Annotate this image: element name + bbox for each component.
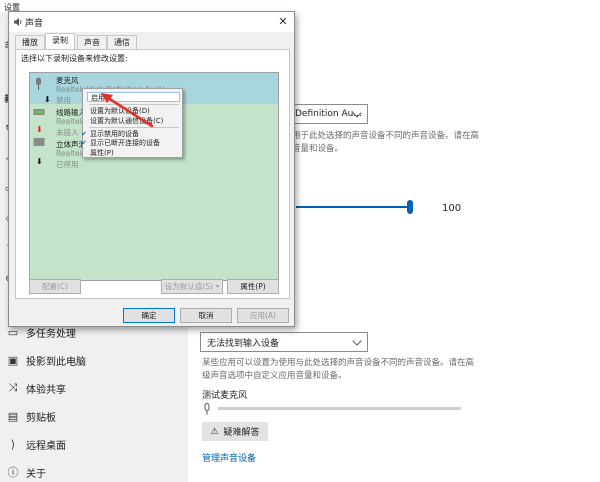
sidebar-item-label: 体验共享	[26, 384, 66, 396]
close-icon[interactable]: ✕	[276, 15, 290, 29]
sidebar-item-label: 剪贴板	[26, 412, 56, 424]
set-default-button[interactable]: 设为默认值(S) ▾	[161, 279, 223, 294]
microphone-icon	[36, 77, 41, 90]
sidebar-item-label: 关于	[26, 468, 46, 480]
disabled-down-arrow-icon: ⬇	[44, 95, 51, 104]
device-sub: Realtek	[56, 149, 85, 158]
dialog-instruction: 选择以下录制设备来修改设置:	[21, 54, 128, 63]
menu-item-enable[interactable]: 启用	[87, 92, 180, 102]
tab-playback[interactable]: 播放	[15, 35, 45, 49]
sidebar-item-remote-desktop[interactable]: ⟩ 远程桌面	[0, 430, 188, 458]
manage-sound-devices-link[interactable]: 管理声音设备	[202, 451, 256, 464]
mic-level-bar	[218, 407, 461, 410]
sidebar-item-label: 远程桌面	[26, 440, 66, 452]
multitask-icon: ▭	[7, 325, 19, 339]
sidebar-item-project[interactable]: ▣ 投影到此电脑	[0, 346, 188, 374]
warning-icon: ⚠	[210, 426, 219, 437]
tab-communications[interactable]: 通信	[107, 35, 137, 49]
menu-item-set-default[interactable]: 设置为默认设备(D)	[87, 106, 180, 116]
device-status: 已停用	[56, 160, 79, 169]
dialog-titlebar[interactable]: 声音 ✕	[9, 12, 294, 32]
sidebar-item-share[interactable]: ⤨ 体验共享	[0, 374, 188, 402]
ok-button[interactable]: 确定	[123, 308, 175, 323]
stereo-mix-icon	[33, 138, 45, 146]
checkmark-icon: ✔	[81, 139, 87, 147]
dialog-title: 声音	[25, 19, 44, 29]
tab-recording[interactable]: 录制	[45, 33, 75, 50]
volume-value: 100	[442, 203, 462, 214]
output-device-dropdown[interactable]: Definition Au...	[288, 104, 368, 124]
share-icon: ⤨	[8, 381, 18, 394]
device-context-menu: 启用 设置为默认设备(D) 设置为默认通信设备(C) ✔ 显示禁用的设备 ✔ 显…	[81, 88, 183, 158]
input-description-line2: 级声音选项中自定义应用音量和设备。	[202, 371, 347, 381]
menu-item-properties[interactable]: 属性(P)	[87, 148, 180, 158]
menu-item-label: 设置为默认通信设备(C)	[90, 117, 164, 125]
speaker-icon	[14, 18, 22, 26]
configure-button[interactable]: 配置(C)	[29, 279, 81, 294]
output-description-line2: 音量和设备。	[292, 144, 344, 154]
device-status: 禁用	[56, 96, 71, 105]
cancel-button[interactable]: 取消	[180, 308, 232, 323]
menu-item-label: 启用	[91, 94, 105, 102]
input-device-value: 无法找到输入设备	[207, 338, 280, 349]
output-description-line1: 用于此处选择的声音设备不同的声音设备。请在高	[292, 131, 480, 141]
sound-dialog: 声音 ✕ 播放 录制 声音 通信 选择以下录制设备来修改设置: ⬇ 麦克风 Re…	[8, 11, 295, 327]
menu-item-label: 显示禁用的设备	[90, 130, 139, 138]
volume-slider-thumb[interactable]	[407, 200, 413, 214]
sidebar-item-clipboard[interactable]: ▤ 剪贴板	[0, 402, 188, 430]
sidebar-item-about[interactable]: ⓘ 关于	[0, 458, 188, 482]
menu-item-label: 显示已断开连接的设备	[90, 139, 160, 147]
line-in-icon	[33, 109, 45, 115]
chevron-down-icon	[352, 336, 362, 346]
unplugged-down-arrow-icon: ⬇	[36, 125, 43, 134]
device-status: 未插入	[56, 128, 79, 137]
clipboard-icon: ▤	[7, 409, 19, 423]
menu-separator	[89, 104, 179, 105]
microphone-icon	[204, 403, 210, 415]
menu-separator	[89, 127, 179, 128]
menu-item-label: 属性(P)	[90, 149, 114, 157]
info-icon: ⓘ	[7, 466, 19, 479]
project-icon: ▣	[7, 353, 19, 367]
set-default-label: 设为默认值(S)	[164, 282, 214, 291]
input-device-dropdown[interactable]: 无法找到输入设备	[200, 332, 368, 352]
device-sub: Realtek	[56, 117, 85, 126]
troubleshoot-label: 疑难解答	[223, 428, 260, 438]
output-device-value: Definition Au...	[295, 109, 362, 119]
mic-test-label: 测试麦克风	[202, 391, 248, 401]
remote-desktop-icon: ⟩	[10, 437, 16, 451]
menu-item-show-disconnected[interactable]: ✔ 显示已断开连接的设备	[81, 138, 180, 148]
input-description-line1: 某些应用可以设置为使用与此处选择的声音设备不同的声音设备。请在高	[202, 358, 475, 368]
properties-button[interactable]: 属性(P)	[227, 279, 279, 294]
disabled-down-arrow-icon: ⬇	[36, 157, 43, 166]
tab-sounds[interactable]: 声音	[77, 35, 107, 49]
chevron-down-icon: ▾	[216, 283, 220, 290]
troubleshoot-button[interactable]: ⚠ 疑难解答	[202, 422, 268, 441]
menu-item-label: 设置为默认设备(D)	[90, 107, 150, 115]
menu-item-set-default-comm[interactable]: 设置为默认通信设备(C)	[87, 116, 180, 126]
volume-slider-track[interactable]	[296, 206, 412, 208]
apply-button[interactable]: 应用(A)	[237, 308, 289, 323]
sidebar-item-label: 投影到此电脑	[26, 356, 86, 368]
